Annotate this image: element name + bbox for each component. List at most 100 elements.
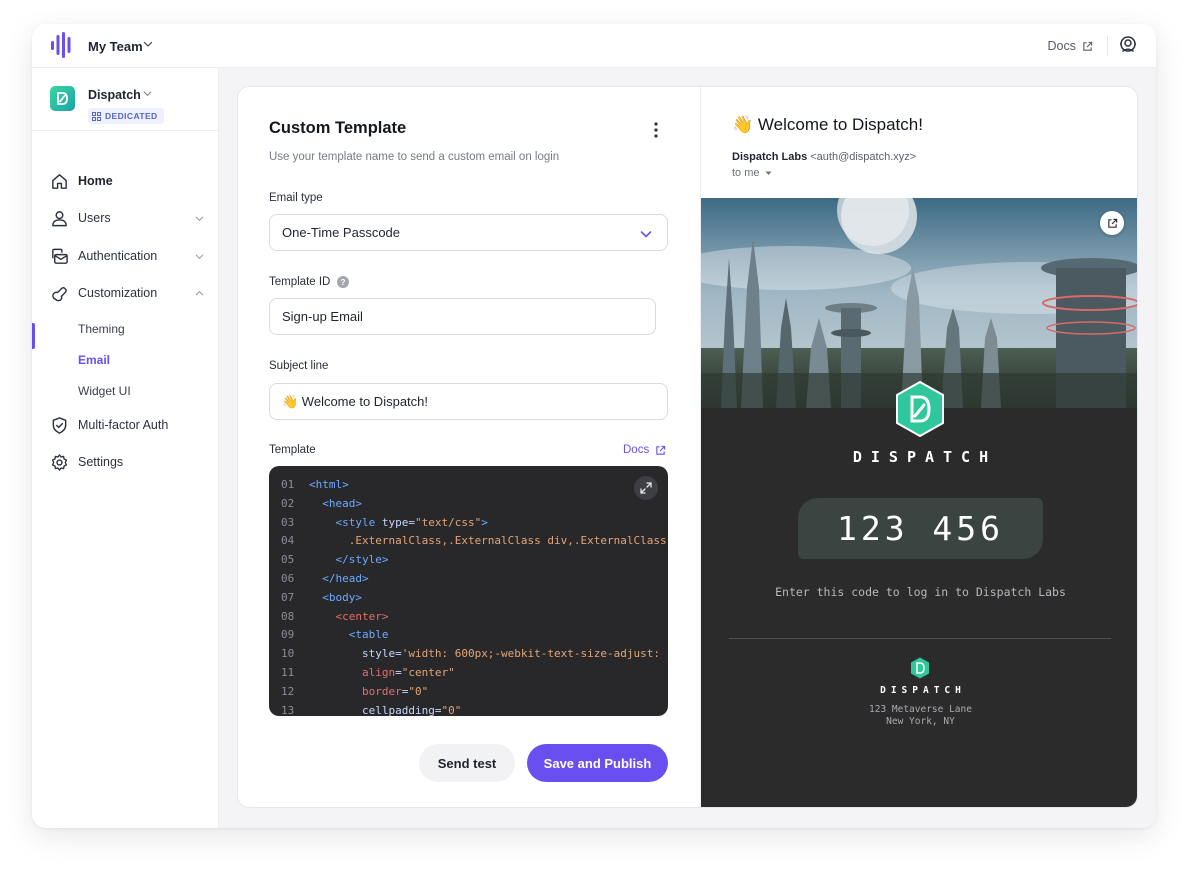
dispatch-logo-icon	[896, 381, 944, 437]
sidebar-item-customization[interactable]: Customization	[32, 277, 218, 309]
app-name: Dispatch	[88, 88, 141, 102]
template-card: Custom Template Use your template name t…	[237, 86, 1138, 808]
email-sender: Dispatch Labs <auth@dispatch.xyz>	[732, 151, 916, 163]
authentication-icon	[52, 248, 68, 264]
code-token: =	[395, 647, 402, 661]
email-type-label: Email type	[269, 192, 323, 204]
line-number: 07	[281, 590, 295, 604]
code-token: cellpadding	[309, 703, 435, 716]
badge-label: DEDICATED	[105, 111, 158, 121]
svg-text:?: ?	[340, 277, 345, 287]
recipient-toggle[interactable]: to me	[732, 167, 772, 179]
sidebar-item-settings[interactable]: Settings	[32, 446, 218, 478]
sidebar-subitem-email[interactable]: Email	[78, 353, 110, 367]
otp-code-box: 123 456	[798, 498, 1043, 559]
code-token: >	[481, 515, 488, 529]
save-and-publish-button[interactable]: Save and Publish	[527, 744, 668, 782]
page-subtitle: Use your template name to send a custom …	[269, 151, 560, 163]
subject-line-field[interactable]: 👋 Welcome to Dispatch!	[269, 383, 668, 420]
template-id-value: Sign-up Email	[282, 309, 363, 324]
brand-wordmark: DISPATCH	[852, 448, 998, 466]
expand-icon	[640, 482, 652, 494]
template-code-editor[interactable]: 01 <html> 02 <head> 03 <style type="text/cs…	[269, 466, 668, 716]
sidebar-item-home[interactable]: Home	[32, 165, 218, 197]
more-options-icon[interactable]	[649, 121, 663, 139]
sender-email: <auth@dispatch.xyz>	[810, 151, 917, 163]
otp-instructions: Enter this code to log in to Dispatch La…	[775, 585, 1066, 599]
sidebar-item-multi-factor-auth[interactable]: Multi-factor Auth	[32, 409, 218, 441]
customization-icon	[52, 287, 67, 302]
external-link-icon	[1107, 218, 1117, 228]
code-token: "0"	[441, 703, 462, 716]
code-token: type	[375, 515, 409, 529]
sender-name: Dispatch Labs	[732, 151, 808, 163]
code-token: align	[309, 666, 396, 679]
template-id-field[interactable]: Sign-up Email	[269, 298, 656, 335]
line-number: 04	[281, 534, 295, 548]
team-logo-icon[interactable]	[50, 32, 74, 58]
hero-image	[701, 198, 1137, 408]
sidebar-item-authentication[interactable]: Authentication	[32, 240, 218, 272]
open-image-button[interactable]	[1100, 211, 1124, 235]
top-bar: My Team Docs	[32, 24, 1156, 68]
footer-wordmark: DISPATCH	[880, 685, 966, 696]
code-text: </head>	[309, 570, 368, 589]
sidebar-subitem-widget-ui[interactable]: Widget UI	[78, 384, 131, 398]
account-icon[interactable]	[1118, 35, 1138, 55]
email-type-select[interactable]: One-Time Passcode	[269, 214, 668, 251]
sidebar-subitem-theming[interactable]: Theming	[78, 322, 125, 336]
docs-label: Docs	[623, 444, 650, 456]
docs-link[interactable]: Docs	[1048, 39, 1093, 53]
sidebar: Dispatch DEDICATED Home Users Authentica…	[32, 68, 219, 828]
sidebar-item-users[interactable]: Users	[32, 202, 218, 234]
chevron-down-icon[interactable]	[142, 38, 154, 50]
shield-icon	[52, 417, 67, 434]
code-token: <style	[309, 515, 376, 529]
sidebar-item-label: Users	[78, 211, 111, 225]
dispatch-app-icon	[50, 86, 75, 111]
code-text: <style type="text/css">	[309, 514, 488, 533]
docs-label: Docs	[1047, 39, 1076, 53]
line-number: 02	[281, 496, 295, 510]
code-text: cellpadding="0"	[309, 702, 461, 716]
email-header: 👋 Welcome to Dispatch! Dispatch Labs <au…	[701, 87, 1137, 198]
sidebar-item-label: Home	[78, 174, 113, 188]
code-token: =	[395, 666, 402, 679]
home-icon	[52, 174, 67, 189]
divider	[729, 638, 1111, 639]
grid-icon	[92, 111, 101, 121]
chevron-down-icon[interactable]	[142, 88, 153, 99]
otp-code: 123 456	[836, 509, 1005, 548]
send-test-button[interactable]: Send test	[419, 744, 515, 782]
code-text: <table	[309, 626, 389, 645]
expand-editor-button[interactable]	[634, 476, 658, 500]
address-line-2: New York, NY	[886, 716, 955, 727]
line-number: 10	[281, 647, 295, 661]
template-form: Custom Template Use your template name t…	[238, 87, 700, 807]
code-text: <body>	[309, 589, 362, 608]
line-number: 12	[281, 684, 295, 698]
subject-line-value: 👋 Welcome to Dispatch!	[282, 393, 428, 409]
template-label: Template	[269, 444, 316, 456]
caret-down-icon	[765, 171, 772, 175]
main-content: Custom Template Use your template name t…	[219, 68, 1156, 828]
line-number: 03	[281, 515, 295, 529]
line-number: 11	[281, 666, 295, 679]
code-token: .ExternalClass,.ExternalClass div,.Exter…	[309, 534, 667, 548]
line-number: 01	[281, 478, 295, 491]
code-token: <html>	[309, 478, 349, 491]
line-number: 05	[281, 553, 295, 567]
code-text: <html>	[309, 476, 349, 495]
code-token: 'width: 600px;-webkit-text-size-adjust:	[401, 647, 660, 661]
sidebar-item-label: Multi-factor Auth	[78, 418, 169, 432]
team-switcher[interactable]: My Team	[88, 39, 143, 54]
sidebar-item-label: Authentication	[78, 249, 158, 263]
help-icon[interactable]: ?	[337, 276, 349, 288]
email-subject: 👋 Welcome to Dispatch!	[732, 115, 923, 134]
code-token: "text/css"	[414, 515, 482, 529]
line-number: 06	[281, 572, 295, 585]
code-text: border="0"	[309, 683, 428, 702]
template-docs-link[interactable]: Docs	[623, 444, 666, 456]
subject-line-label: Subject line	[269, 360, 329, 372]
divider	[32, 130, 218, 131]
